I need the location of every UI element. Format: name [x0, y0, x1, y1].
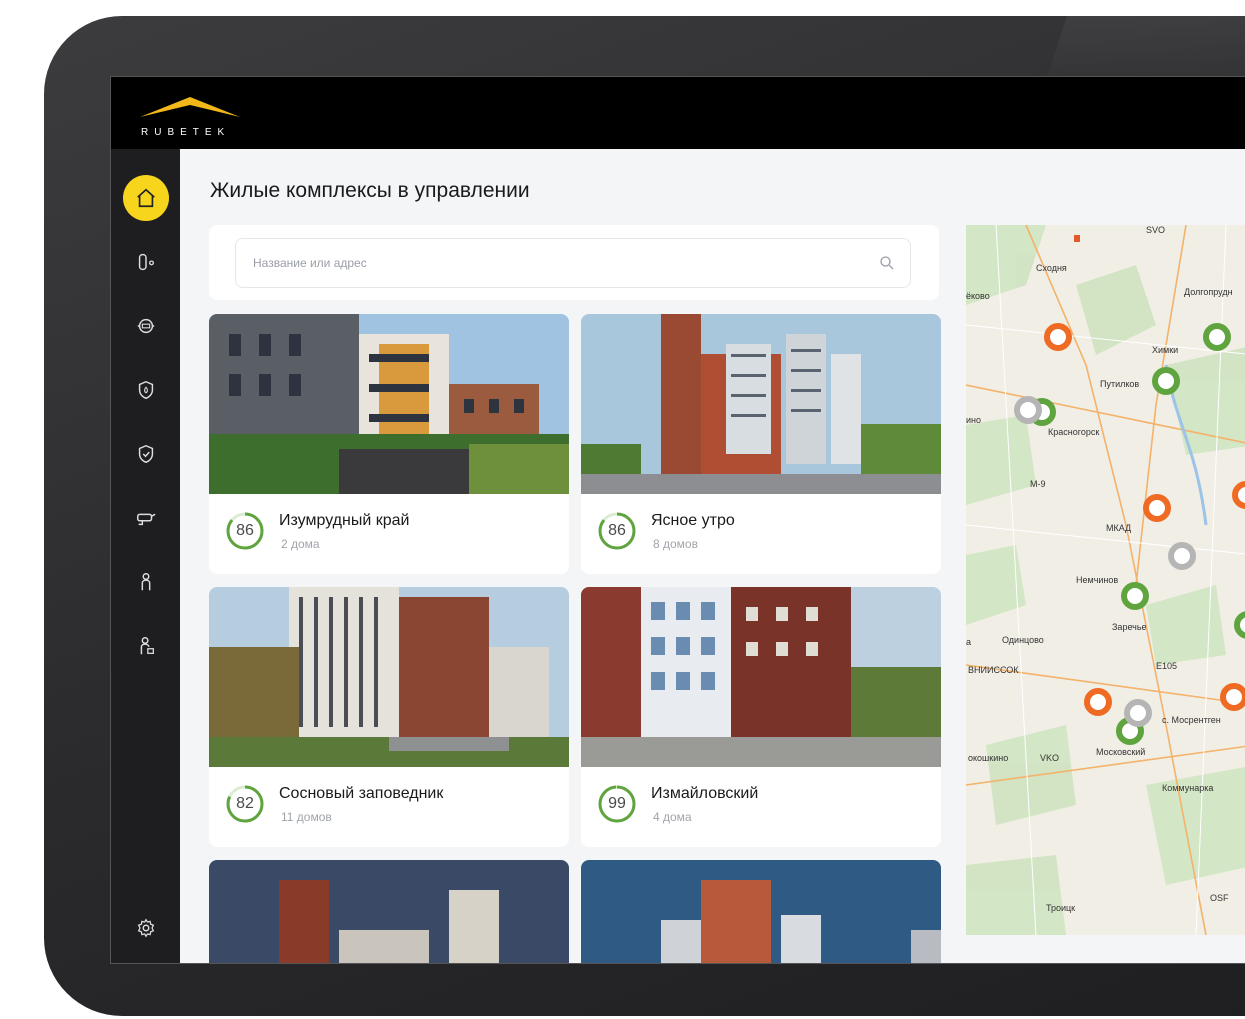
map-label-putilkovo: Путилков [1100, 379, 1139, 389]
complex-name: Ясное утро [651, 512, 735, 529]
shield-check-icon [138, 444, 154, 464]
score-ring: 86 [225, 511, 265, 551]
map-label-dolgoprudny: Долгопрудн [1184, 287, 1233, 297]
map-label-troitsk: Троицк [1046, 903, 1075, 913]
map-marker[interactable] [1203, 323, 1231, 351]
complex-photo [209, 860, 569, 963]
score-ring: 99 [597, 784, 637, 824]
complex-name: Измайловский [651, 785, 759, 802]
map-label-khimki: Химки [1152, 345, 1178, 355]
complex-photo [209, 587, 569, 767]
map-marker[interactable] [1220, 683, 1245, 711]
sidebar-item-settings[interactable] [123, 905, 169, 951]
score-ring: 86 [597, 511, 637, 551]
main-content: Жилые комплексы в управлении Название ил… [180, 149, 1245, 963]
complex-card[interactable]: 86 Ясное утро 8 домов [581, 314, 941, 574]
map-label-vniissok: ВНИИССОК [968, 665, 1019, 675]
score-value: 86 [236, 522, 254, 539]
search-panel: Название или адрес [209, 225, 939, 300]
map-marker[interactable] [1121, 582, 1149, 610]
map-label-a: а [966, 637, 971, 647]
complex-photo [209, 314, 569, 494]
map-label-odintsovo: Одинцово [1002, 635, 1044, 645]
map-label-e105: E105 [1156, 661, 1177, 671]
map-view[interactable]: SVO Сходня ёково Долгопрудн Химки Путилк… [966, 225, 1245, 935]
sidebar-item-meters[interactable] [123, 303, 169, 349]
complex-card[interactable]: 82 Сосновый заповедник 11 домов [209, 587, 569, 847]
sidebar-item-security[interactable] [123, 431, 169, 477]
map-marker[interactable] [1084, 688, 1112, 716]
search-icon[interactable] [878, 254, 896, 272]
sidebar-item-fire[interactable] [123, 367, 169, 413]
sidebar [111, 149, 180, 963]
map-label-nemchinovo: Немчинов [1076, 575, 1118, 585]
search-input[interactable]: Название или адрес [235, 238, 911, 288]
app-screen: RUBETEK Жилые комплексы в управлении Наз… [110, 76, 1245, 964]
score-value: 86 [608, 522, 626, 539]
page-title: Жилые комплексы в управлении [210, 179, 530, 202]
map-label-moskovsky: Московский [1096, 747, 1145, 757]
sidebar-item-cameras[interactable] [123, 495, 169, 541]
map-label-skhodnya: Сходня [1036, 263, 1067, 273]
map-label-vko: VKO [1040, 753, 1059, 763]
complex-card[interactable]: 86 Изумрудный край 2 дома [209, 314, 569, 574]
fire-shield-icon [138, 380, 154, 400]
map-marker[interactable] [1168, 542, 1196, 570]
sidebar-item-home[interactable] [123, 175, 169, 221]
sidebar-item-keys[interactable] [123, 239, 169, 285]
complex-houses: 4 дома [653, 810, 692, 824]
score-value: 99 [608, 795, 626, 812]
map-label-kovo: ёково [966, 291, 990, 301]
map-marker[interactable] [1124, 699, 1152, 727]
gear-icon [137, 918, 155, 938]
meter-icon [137, 318, 155, 334]
sidebar-item-residents[interactable] [123, 559, 169, 605]
map-marker[interactable] [1143, 494, 1171, 522]
map-label-okoshkino: окошкино [968, 753, 1008, 763]
home-icon [137, 188, 155, 208]
map-label-kommunarka: Коммунарка [1162, 783, 1213, 793]
map-marker[interactable] [1044, 323, 1072, 351]
map-label-ino: ино [966, 415, 981, 425]
complex-photo [581, 587, 941, 767]
score-value: 82 [236, 795, 254, 812]
complex-houses: 8 домов [653, 537, 698, 551]
person-icon [141, 573, 151, 591]
map-label-mkad: МКАД [1106, 523, 1131, 533]
logo-text: RUBETEK [141, 127, 231, 138]
map-marker[interactable] [1152, 367, 1180, 395]
map-label-osf: OSF [1210, 893, 1229, 903]
score-ring: 82 [225, 784, 265, 824]
complex-houses: 11 домов [281, 810, 332, 824]
complex-card[interactable]: 99 Измайловский 4 дома [581, 587, 941, 847]
map-label-svo: SVO [1146, 225, 1165, 235]
sidebar-item-staff[interactable] [123, 623, 169, 669]
camera-icon [137, 513, 156, 526]
search-placeholder: Название или адрес [253, 256, 367, 270]
complex-name: Сосновый заповедник [279, 785, 444, 802]
key-icon [138, 253, 154, 271]
complex-houses: 2 дома [281, 537, 320, 551]
complex-card[interactable] [581, 860, 941, 963]
map-marker[interactable] [1232, 481, 1245, 509]
top-bar: RUBETEK [111, 77, 1245, 149]
map-marker[interactable] [1234, 611, 1245, 639]
complex-photo [581, 314, 941, 494]
complex-photo [581, 860, 941, 963]
complex-name: Изумрудный край [279, 512, 410, 529]
map-label-zarechye: Заречье [1112, 622, 1147, 632]
map-label-mosrentgen: с. Мосрентген [1162, 715, 1221, 725]
complex-card[interactable] [209, 860, 569, 963]
map-label-krasnogorsk: Красногорск [1048, 427, 1099, 437]
person-lock-icon [140, 637, 154, 655]
map-marker[interactable] [1014, 396, 1042, 424]
map-label-m9: M-9 [1030, 479, 1046, 489]
